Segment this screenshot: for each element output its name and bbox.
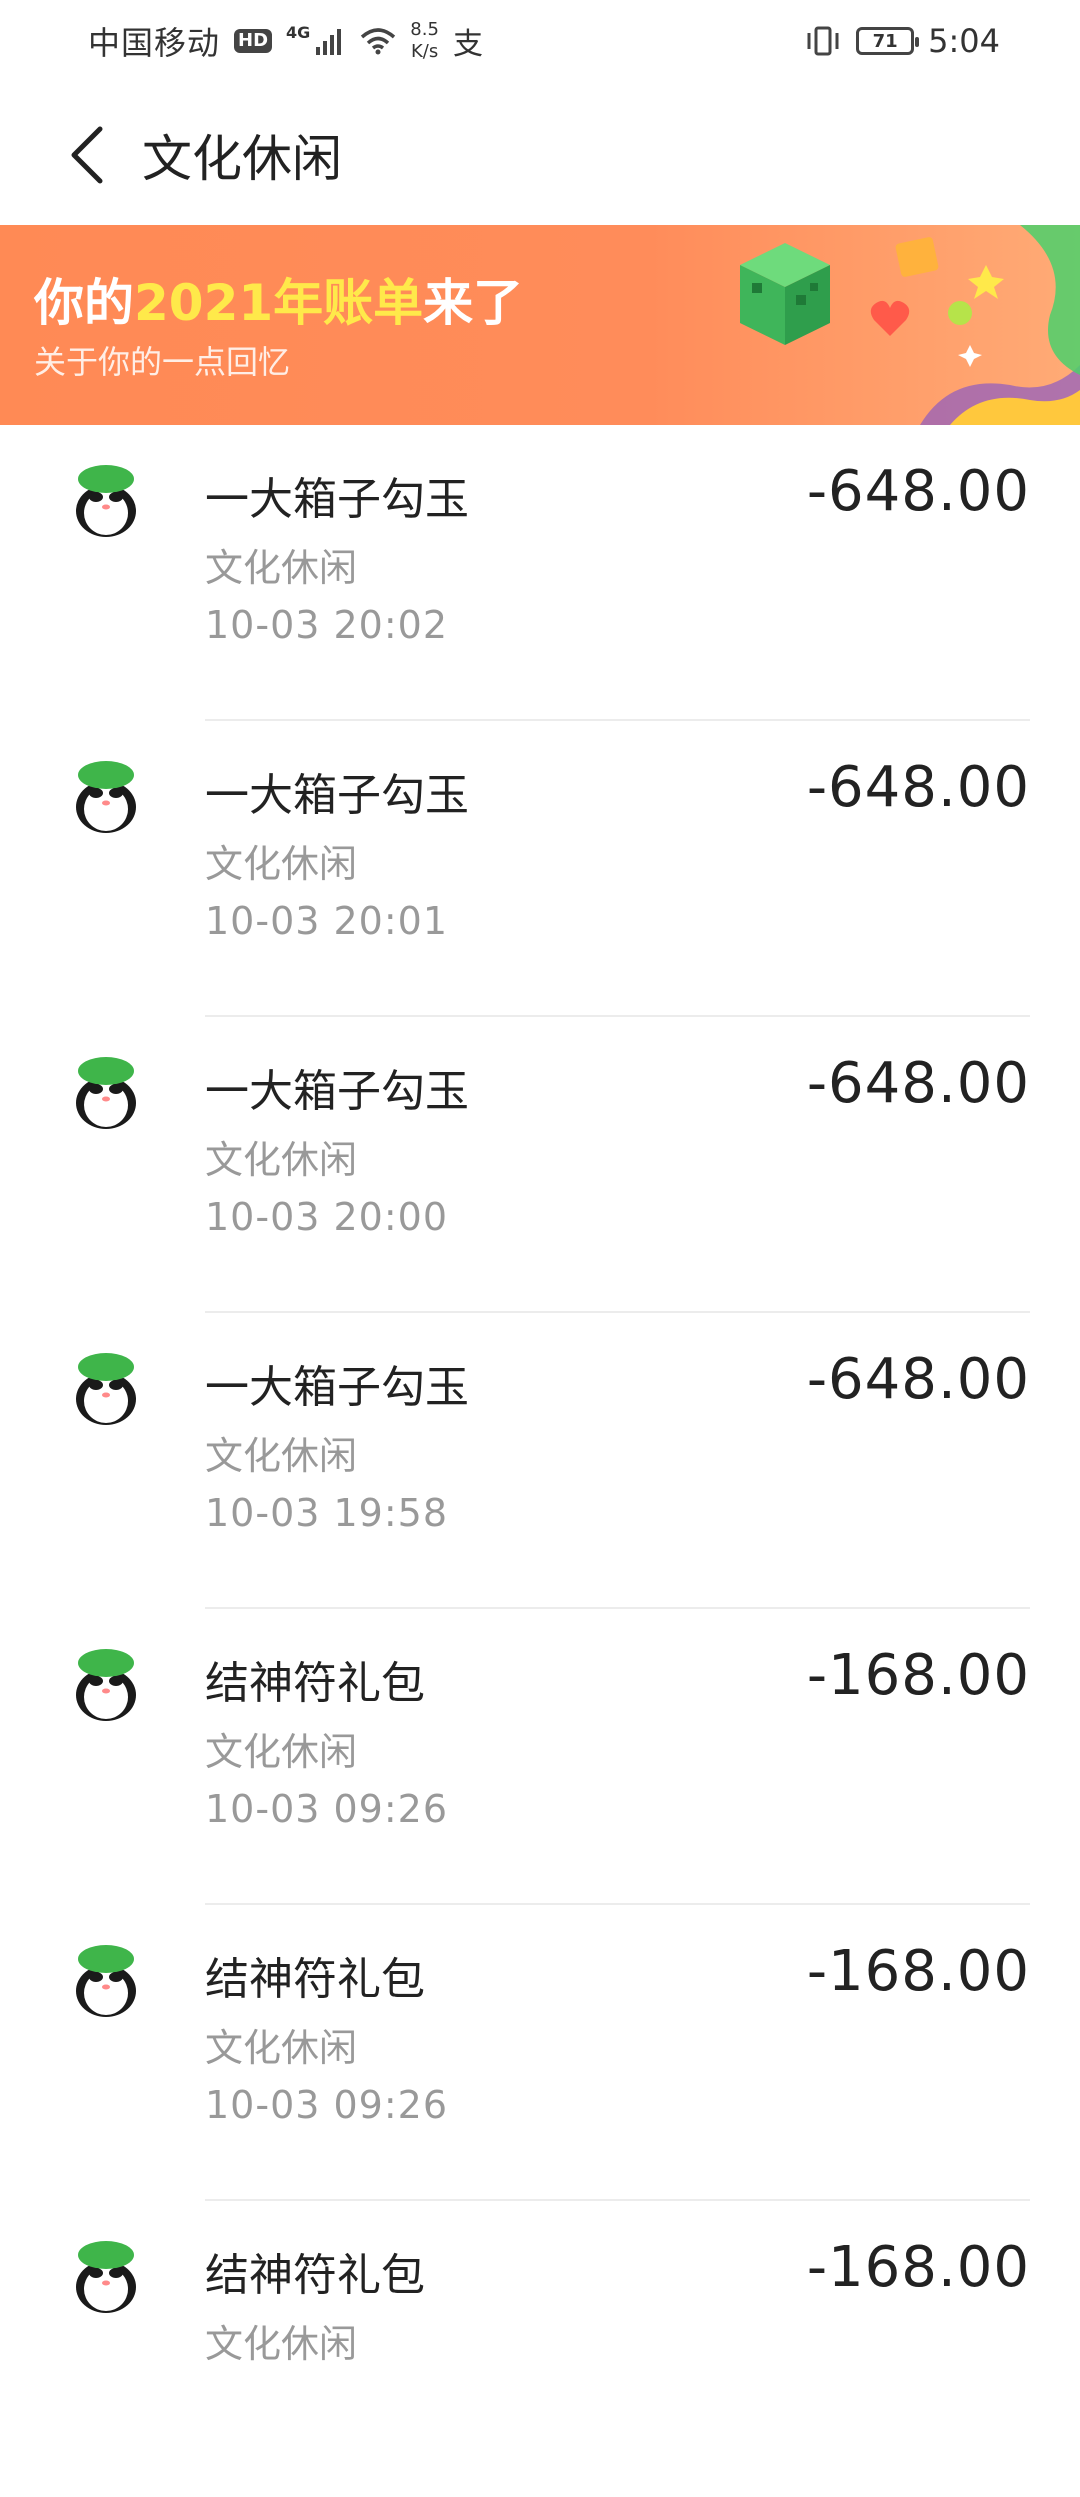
signal-icon: [316, 29, 342, 55]
transaction-amount: -168.00: [806, 1939, 1030, 2004]
transaction-category: 文化休闲: [205, 2026, 358, 2070]
status-left: 中国移动 HD 4G 8.5 K/s 支: [88, 18, 483, 64]
annual-bill-banner[interactable]: 你的2021年账单来了 关于你的一点回忆: [0, 225, 1080, 425]
transaction-title: 结神符礼包: [205, 2250, 425, 2301]
transaction-item[interactable]: 一大箱子勾玉 文化休闲 10-03 20:01 -648.00: [0, 721, 1080, 1017]
transaction-amount: -168.00: [806, 2235, 1030, 2300]
transaction-category: 文化休闲: [205, 1730, 358, 1774]
merchant-avatar-icon: [76, 465, 136, 537]
transaction-time: 10-03 19:58: [205, 1491, 449, 1535]
carrier-name: 中国移动: [88, 24, 221, 62]
heart-icon: [870, 300, 910, 336]
banner-subtitle: 关于你的一点回忆: [34, 343, 291, 381]
transaction-time: 10-03 20:01: [205, 899, 449, 943]
transaction-title: 结神符礼包: [205, 1954, 425, 2005]
transaction-title: 结神符礼包: [205, 1658, 425, 1709]
transaction-time: 10-03 09:26: [205, 1787, 449, 1831]
transaction-time: 10-03 09:26: [205, 2083, 449, 2127]
transaction-item[interactable]: 一大箱子勾玉 文化休闲 10-03 19:58 -648.00: [0, 1313, 1080, 1609]
transaction-item[interactable]: 结神符礼包 文化休闲 10-03 09:26 -168.00: [0, 1905, 1080, 2201]
speed-value: 8.5: [410, 19, 439, 40]
page-title: 文化休闲: [142, 130, 342, 188]
transaction-amount: -648.00: [806, 755, 1030, 820]
wifi-icon: [361, 28, 396, 55]
app-header: 文化休闲: [0, 95, 1080, 215]
banner-title: 你的2021年账单来了: [34, 263, 523, 335]
transaction-time: 10-03 20:00: [205, 1195, 449, 1239]
transaction-category: 文化休闲: [205, 2322, 358, 2366]
merchant-avatar-icon: [76, 1649, 136, 1721]
banner-title-prefix: 你的: [34, 274, 134, 332]
qr-cube-icon: [740, 243, 830, 345]
merchant-avatar-icon: [76, 1945, 136, 2017]
back-button[interactable]: [38, 105, 138, 205]
transaction-item[interactable]: 一大箱子勾玉 文化休闲 10-03 20:00 -648.00: [0, 1017, 1080, 1313]
merchant-avatar-icon: [76, 761, 136, 833]
transaction-amount: -648.00: [806, 1347, 1030, 1412]
merchant-avatar-icon: [76, 1353, 136, 1425]
banner-title-suffix: 来了: [423, 274, 524, 332]
transaction-amount: -648.00: [806, 1051, 1030, 1116]
alipay-notification-icon: 支: [452, 27, 483, 62]
transaction-category: 文化休闲: [205, 1434, 358, 1478]
gift-box-icon: [895, 237, 939, 277]
banner-illustration: [740, 225, 1080, 425]
transaction-time: 10-03 20:02: [205, 603, 449, 647]
merchant-avatar-icon: [76, 2241, 136, 2313]
transaction-title: 一大箱子勾玉: [205, 1362, 469, 1413]
status-bar: 中国移动 HD 4G 8.5 K/s 支 71 5:04: [0, 0, 1080, 82]
status-right: 71 5:04: [804, 22, 1000, 60]
transaction-title: 一大箱子勾玉: [205, 770, 469, 821]
transaction-item[interactable]: 一大箱子勾玉 文化休闲 10-03 20:02 -648.00: [0, 425, 1080, 721]
merchant-avatar-icon: [76, 1057, 136, 1129]
transaction-item[interactable]: 结神符礼包 文化休闲 -168.00: [0, 2201, 1080, 2497]
sparkle-icon: [968, 265, 1004, 299]
transaction-item[interactable]: 结神符礼包 文化休闲 10-03 09:26 -168.00: [0, 1609, 1080, 1905]
network-speed: 8.5 K/s: [410, 19, 439, 63]
transaction-category: 文化休闲: [205, 1138, 358, 1182]
transaction-category: 文化休闲: [205, 546, 358, 590]
coin-icon: [948, 301, 972, 325]
transaction-amount: -168.00: [806, 1643, 1030, 1708]
transaction-title: 一大箱子勾玉: [205, 474, 469, 525]
transaction-title: 一大箱子勾玉: [205, 1066, 469, 1117]
battery-icon: 71: [856, 27, 920, 55]
banner-title-highlight: 2021年账单: [134, 274, 424, 332]
network-type: 4G: [286, 22, 311, 42]
chevron-left-icon: [71, 126, 103, 184]
transaction-category: 文化休闲: [205, 842, 358, 886]
transaction-amount: -648.00: [806, 459, 1030, 524]
clock: 5:04: [928, 22, 1000, 60]
speed-unit: K/s: [410, 41, 439, 62]
vibrate-icon: [807, 26, 839, 56]
transaction-list: 一大箱子勾玉 文化休闲 10-03 20:02 -648.00 一大箱子勾玉 文…: [0, 425, 1080, 2497]
hd-badge: HD: [234, 29, 273, 53]
